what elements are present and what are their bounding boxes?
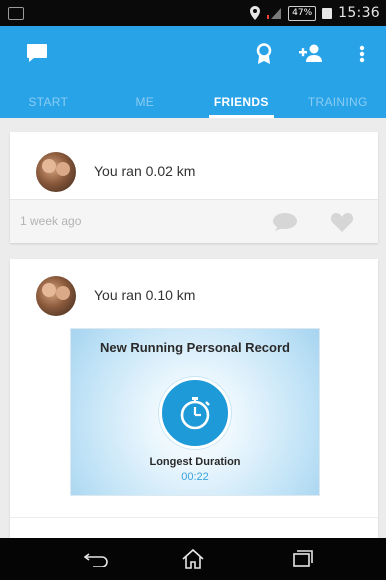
record-subtitle: Longest Duration: [149, 456, 241, 468]
comment-icon[interactable]: [272, 212, 298, 232]
notification-icon: [8, 7, 24, 20]
home-button[interactable]: [175, 547, 211, 571]
record-title: New Running Personal Record: [100, 340, 290, 355]
friends-feed[interactable]: You ran 0.02 km 1 week ago You ran 0.10 …: [0, 118, 386, 538]
personal-record-tile[interactable]: New Running Personal Record Longest Dura…: [70, 328, 320, 496]
activity-text: You ran 0.02 km: [94, 163, 196, 179]
recent-apps-icon: [293, 550, 313, 567]
signal-icon: [267, 7, 282, 19]
tab-me[interactable]: ME: [97, 86, 194, 118]
activity-text: You ran 0.10 km: [94, 287, 196, 303]
like-icon[interactable]: [330, 211, 354, 233]
battery-icon: [322, 7, 333, 19]
avatar[interactable]: [36, 152, 76, 192]
divider: [10, 517, 378, 518]
award-icon[interactable]: [255, 43, 273, 65]
battery-indicator: 47%: [288, 5, 317, 21]
status-bar: 47% 15:36: [0, 0, 386, 26]
clock: 15:36: [338, 5, 380, 21]
card-footer: 1 week ago: [10, 200, 378, 243]
battery-percent: 47%: [292, 8, 313, 18]
navigation-bar: [0, 538, 386, 580]
tab-training[interactable]: TRAINING: [290, 86, 386, 118]
tab-start[interactable]: START: [0, 86, 97, 118]
app-bar: START ME FRIENDS TRAINING: [0, 26, 386, 118]
home-icon: [182, 548, 204, 569]
record-value: 00:22: [181, 471, 209, 483]
chat-icon[interactable]: [26, 43, 48, 63]
location-icon: [250, 6, 261, 20]
overflow-menu-icon[interactable]: [359, 45, 365, 63]
back-icon: [83, 553, 108, 567]
feed-card[interactable]: You ran 0.02 km 1 week ago: [10, 132, 378, 243]
tab-bar: START ME FRIENDS TRAINING: [0, 86, 386, 118]
avatar[interactable]: [36, 276, 76, 316]
tab-friends[interactable]: FRIENDS: [193, 86, 290, 118]
add-friend-icon[interactable]: [298, 43, 324, 63]
feed-card[interactable]: You ran 0.10 km New Running Personal Rec…: [10, 259, 378, 538]
stopwatch-icon: [159, 377, 231, 449]
toolbar: [0, 26, 386, 82]
back-button[interactable]: [78, 547, 114, 571]
recent-apps-button[interactable]: [283, 547, 319, 571]
timestamp: 1 week ago: [20, 214, 82, 228]
